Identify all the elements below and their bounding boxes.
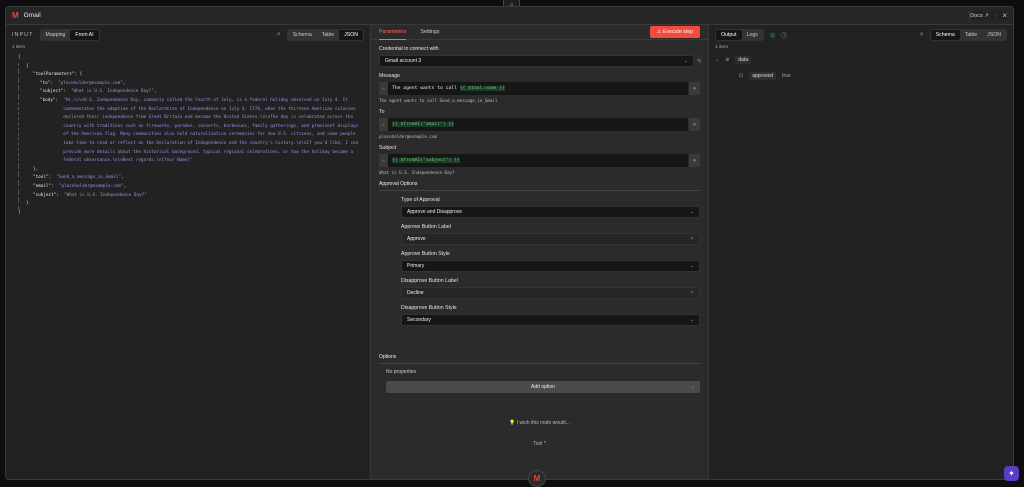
json-subject-2: "What is U.S. Independence Day?" [64, 192, 147, 198]
tab-from-ai[interactable]: From AI [70, 30, 99, 40]
boolean-icon: ⊡ [739, 73, 744, 79]
fx-icon: fx [379, 82, 388, 95]
output-toggle: Output Logs [715, 29, 764, 41]
parameters-panel: Parameters Settings ⚠ Execute step Crede… [371, 25, 708, 479]
credential-select[interactable]: Gmail account 3 ⌄ [379, 55, 694, 67]
json-email: "placeholder@example.com" [58, 183, 124, 189]
to-preview: placeholder@example.com [379, 134, 437, 139]
json-subject: "What is U.S. Independence Day?" [71, 89, 154, 95]
disapprove-style-select[interactable]: Secondary ⌄ [401, 314, 700, 326]
tab-logs[interactable]: Logs [742, 30, 763, 40]
search-icon[interactable]: ⌕ [277, 31, 281, 39]
close-button[interactable]: × [1002, 11, 1007, 20]
input-panel: INPUT Mapping From AI ⌕ Schema Table JSO… [6, 25, 371, 479]
output-view-toggle: Schema Table JSON [929, 29, 1007, 41]
tab-output[interactable]: Output [716, 30, 742, 40]
fx-icon: fx [379, 154, 388, 167]
message-preview: The agent wants to call Send_a_message_i… [379, 98, 498, 103]
tab-table[interactable]: Table [317, 30, 339, 40]
credential-label: Credential to connect with [379, 46, 439, 52]
tab-parameters[interactable]: Parameters [379, 25, 407, 40]
options-heading: Options [379, 354, 700, 364]
fx-icon: fx [379, 118, 388, 131]
approve-label-input[interactable]: Approve ✧ [401, 233, 700, 245]
approval-options-heading: Approval Options [379, 181, 700, 191]
execute-step-button[interactable]: ⚠ Execute step [649, 26, 700, 38]
tab-settings[interactable]: Settings [420, 29, 439, 35]
approve-style-label: Approve Button Style [401, 251, 450, 257]
feedback-link[interactable]: 💡 I wish this node would... [371, 420, 708, 426]
gmail-icon: M [12, 11, 19, 20]
subject-preview: What is U.S. Independence Day? [379, 170, 455, 175]
docs-link[interactable]: Docs ↗ [970, 13, 989, 19]
tab-json[interactable]: JSON [982, 30, 1006, 40]
message-input[interactable]: fx The agent wants to call {{ $tool.name … [379, 82, 700, 95]
json-to: "placeholder@example.com" [58, 80, 123, 86]
chevron-down-icon: ⌄ [715, 57, 720, 63]
node-title: Gmail [23, 12, 41, 19]
disapprove-label-label: Disapprove Button Label [401, 278, 458, 284]
edit-pencil-icon[interactable]: ✎ [697, 58, 702, 65]
json-body: "Hi,\n\nU.S. Independence Day, commonly … [63, 97, 359, 164]
no-properties-text: No properties [386, 369, 417, 375]
ai-sparkle-icon[interactable]: ✧ [689, 82, 700, 95]
approve-style-select[interactable]: Primary ⌄ [401, 260, 700, 272]
chevron-down-icon: ⌄ [683, 58, 688, 64]
to-input[interactable]: fx{{ $fromAI("email") }} ✧ [379, 118, 700, 131]
search-icon[interactable]: ⌕ [920, 31, 924, 39]
json-tool: "Send_a_message_in_Gmail" [56, 175, 121, 181]
disapprove-style-label: Disapprove Button Style [401, 305, 457, 311]
tab-mapping[interactable]: Mapping [41, 30, 71, 40]
info-icon[interactable]: ⓘ [781, 31, 787, 40]
input-label: INPUT [12, 32, 34, 38]
tool-label: Tool * [533, 441, 546, 447]
json-view: [ { "toolParameters": { "to": "placehold… [6, 50, 370, 217]
gmail-node-icon[interactable]: M [528, 470, 546, 487]
ai-sparkle-icon[interactable]: ✧ [689, 118, 700, 131]
message-label: Message [379, 73, 401, 79]
ai-assistant-button[interactable]: ✦ [1004, 466, 1019, 481]
type-label: Type of Approval [401, 197, 440, 203]
add-option-button[interactable]: Add option ⌄ [386, 381, 700, 393]
modal-header: M Gmail Docs ↗ | × [6, 7, 1013, 25]
type-select[interactable]: Approve and Disapprove ⌄ [401, 206, 700, 218]
schema-root[interactable]: ⌄ ⊕ data [709, 50, 1013, 68]
tab-schema[interactable]: Schema [930, 30, 960, 40]
subject-input[interactable]: fx{{ $fromAI("subject") }} ✧ [379, 154, 700, 167]
ai-sparkle-icon: ✧ [689, 236, 694, 242]
approve-label-label: Approve Button Label [401, 224, 451, 230]
disapprove-label-input[interactable]: Decline ✧ [401, 287, 700, 299]
tab-schema[interactable]: Schema [288, 30, 317, 40]
tab-json[interactable]: JSON [339, 30, 363, 40]
ai-sparkle-icon[interactable]: ✧ [689, 154, 700, 167]
mode-toggle: Mapping From AI [39, 29, 100, 41]
tab-table[interactable]: Table [960, 30, 982, 40]
node-modal: M Gmail Docs ↗ | × INPUT Mapping From AI… [5, 6, 1014, 480]
ai-sparkle-icon: ✧ [689, 290, 694, 296]
success-check-icon: ◎ [769, 32, 776, 39]
subject-label: Subject [379, 145, 397, 151]
schema-field[interactable]: ⊡ approved true [709, 68, 1013, 84]
object-icon: ⊕ [725, 57, 730, 63]
view-toggle: Schema Table JSON [286, 29, 364, 41]
output-panel: Output Logs ◎ ⓘ ⌕ Schema Table JSON 1 it… [708, 25, 1013, 479]
to-label: To [379, 109, 385, 115]
